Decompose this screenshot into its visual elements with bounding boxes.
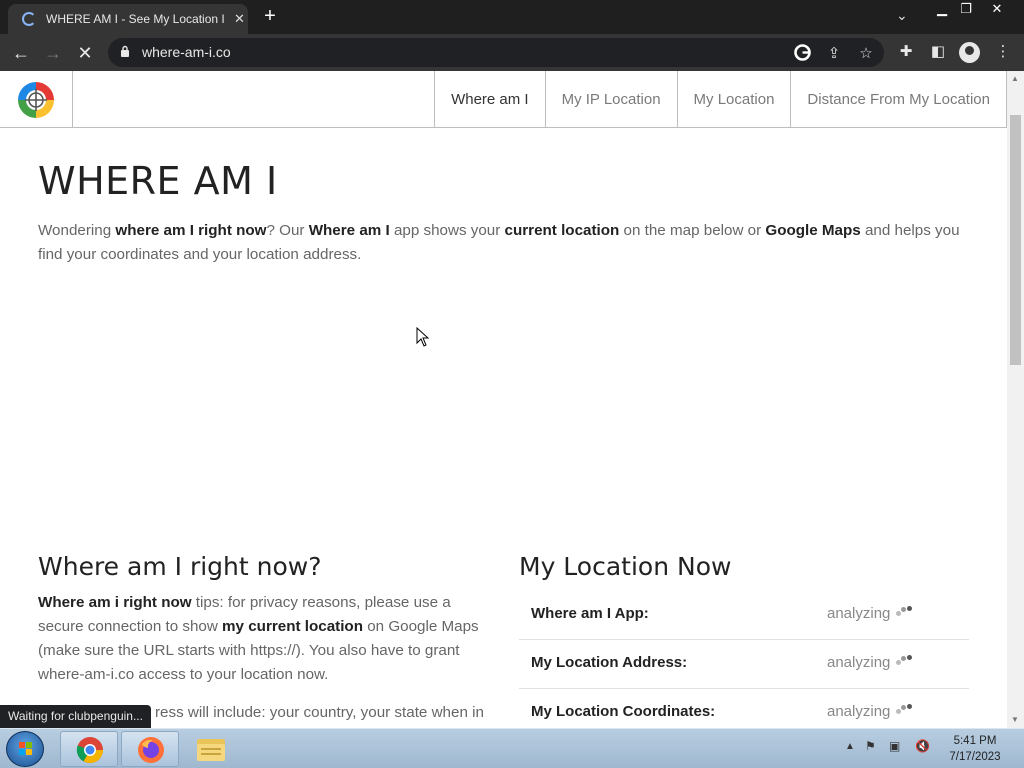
location-logo-icon <box>18 82 54 118</box>
row-label: My Location Address: <box>531 654 688 671</box>
loading-spinner-icon <box>22 12 36 26</box>
browser-toolbar: ← → ✕ where-am-i.co ⇪ ☆ ✚ ◧ ⋮ <box>0 34 1024 71</box>
clock-time: 5:41 PM <box>953 735 997 747</box>
address-bar[interactable]: where-am-i.co ⇪ ☆ <box>108 38 884 67</box>
lock-icon[interactable] <box>120 45 130 57</box>
page-viewport: Where am I My IP Location My Location Di… <box>0 71 1007 728</box>
map-area[interactable] <box>38 276 968 506</box>
main-nav: Where am I My IP Location My Location Di… <box>434 71 1007 128</box>
row-value-text: analyzing <box>827 654 891 671</box>
extensions-icon[interactable]: ✚ <box>896 42 916 60</box>
nav-where-am-i[interactable]: Where am I <box>434 71 545 128</box>
profile-avatar-icon[interactable] <box>959 42 980 63</box>
nav-my-location[interactable]: My Location <box>676 71 791 128</box>
side-panel-icon[interactable]: ◧ <box>928 42 948 60</box>
close-window-button[interactable]: ✕ <box>982 0 1012 20</box>
folder-icon <box>197 739 225 761</box>
share-icon[interactable]: ⇪ <box>824 44 844 62</box>
page-title: WHERE AM I <box>38 159 278 203</box>
taskbar-explorer-button[interactable] <box>182 731 240 767</box>
location-row-coordinates: My Location Coordinates: analyzing <box>519 689 969 728</box>
intro-paragraph: Wondering where am I right now? Our Wher… <box>38 219 978 267</box>
chrome-icon <box>76 737 104 764</box>
loading-dots-icon <box>896 655 914 667</box>
new-tab-button[interactable]: + <box>258 5 282 28</box>
intro-text: Wondering <box>38 222 116 239</box>
network-icon[interactable]: ▣ <box>889 739 900 753</box>
clock-date: 7/17/2023 <box>949 751 1001 763</box>
row-value: analyzing <box>827 703 914 720</box>
left-section-title: Where am I right now? <box>38 552 322 581</box>
row-value-text: analyzing <box>827 703 891 720</box>
status-bar: Waiting for clubpenguin... <box>0 705 151 728</box>
bookmark-star-icon[interactable]: ☆ <box>856 44 876 62</box>
tab-title: WHERE AM I - See My Location I <box>46 12 225 26</box>
browser-tab[interactable]: WHERE AM I - See My Location I ✕ <box>8 4 248 34</box>
intro-text: ? Our <box>266 222 309 239</box>
forward-button[interactable]: → <box>40 40 66 66</box>
loading-dots-icon <box>896 704 914 716</box>
intro-bold-text: Where am I <box>308 222 390 239</box>
privacy-tips-paragraph: Where am i right now tips: for privacy r… <box>38 591 498 687</box>
back-button[interactable]: ← <box>8 40 34 66</box>
action-center-icon[interactable]: ⚑ <box>865 739 876 753</box>
site-logo[interactable] <box>0 71 73 128</box>
tips-bold-text: my current location <box>222 618 363 635</box>
scroll-down-icon[interactable]: ▼ <box>1011 715 1019 724</box>
close-tab-icon[interactable]: ✕ <box>234 11 245 27</box>
taskbar-clock[interactable]: 5:41 PM 7/17/2023 <box>940 733 1010 765</box>
stop-loading-button[interactable]: ✕ <box>72 40 98 66</box>
nav-distance-from-my-location[interactable]: Distance From My Location <box>790 71 1007 128</box>
taskbar-chrome-button[interactable] <box>60 731 118 767</box>
start-button[interactable] <box>6 731 44 767</box>
intro-bold-text: where am I right now <box>115 222 267 239</box>
loading-dots-icon <box>896 606 914 618</box>
firefox-icon <box>138 737 164 763</box>
url-text[interactable]: where-am-i.co <box>142 44 231 60</box>
windows-logo-icon <box>19 742 32 755</box>
nav-my-ip-location[interactable]: My IP Location <box>544 71 677 128</box>
location-row-address: My Location Address: analyzing <box>519 640 969 689</box>
row-value: analyzing <box>827 605 914 622</box>
intro-bold-text: current location <box>504 222 620 239</box>
address-info-text: ress will include: your country, your st… <box>155 704 484 721</box>
restore-button[interactable]: ❐ <box>950 0 982 20</box>
intro-text: on the map below or <box>619 222 766 239</box>
chrome-menu-icon[interactable]: ⋮ <box>993 42 1013 60</box>
row-value: analyzing <box>827 654 914 671</box>
row-value-text: analyzing <box>827 605 891 622</box>
google-icon[interactable] <box>792 44 812 65</box>
site-header: Where am I My IP Location My Location Di… <box>0 71 1007 128</box>
intro-text: app shows your <box>389 222 505 239</box>
right-section-title: My Location Now <box>519 552 732 581</box>
page-scrollbar[interactable]: ▲ ▼ <box>1007 71 1024 728</box>
tab-search-chevron-icon[interactable]: ⌄ <box>896 7 908 24</box>
row-label: Where am I App: <box>531 605 649 622</box>
scrollbar-thumb[interactable] <box>1010 115 1021 365</box>
scroll-up-icon[interactable]: ▲ <box>1011 74 1019 83</box>
system-tray: ▲ ⚑ ▣ 🔇 <box>845 739 940 759</box>
browser-tab-strip: WHERE AM I - See My Location I ✕ + ⌄ ▁ ❐… <box>0 0 1024 34</box>
show-hidden-icons-icon[interactable]: ▲ <box>845 741 855 752</box>
volume-muted-icon[interactable]: 🔇 <box>915 739 930 753</box>
location-row-app: Where am I App: analyzing <box>519 591 969 640</box>
windows-taskbar: ▲ ⚑ ▣ 🔇 5:41 PM 7/17/2023 <box>0 728 1024 768</box>
intro-bold-text: Google Maps <box>765 222 861 239</box>
tips-bold-text: Where am i right now <box>38 594 192 611</box>
location-table: Where am I App: analyzing My Location Ad… <box>519 591 969 728</box>
row-label: My Location Coordinates: <box>531 703 716 720</box>
taskbar-firefox-button[interactable] <box>121 731 179 767</box>
mouse-pointer-icon <box>416 327 430 347</box>
